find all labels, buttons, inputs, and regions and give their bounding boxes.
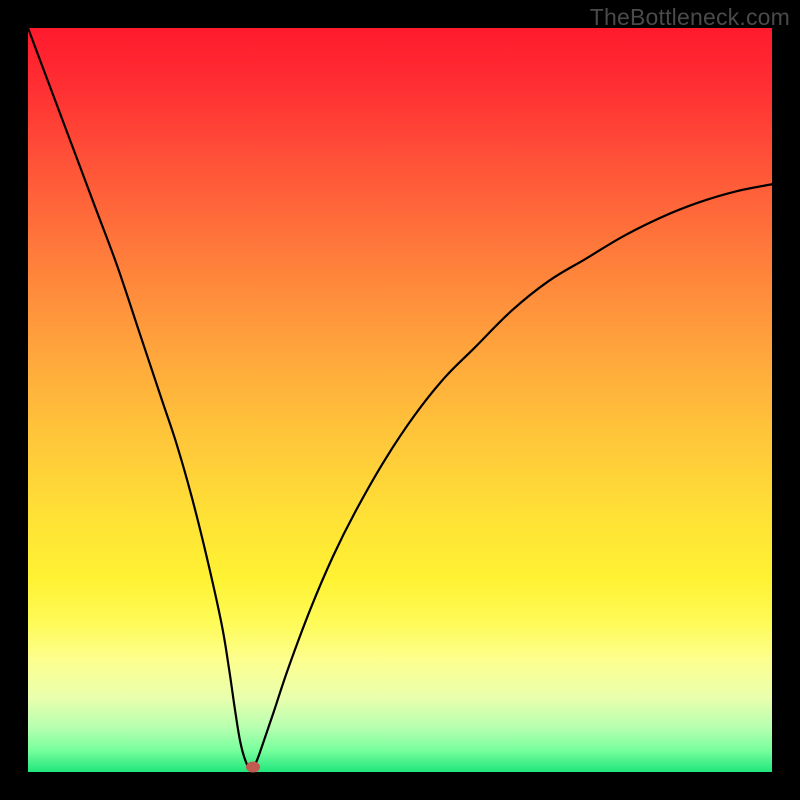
optimal-point-marker xyxy=(246,761,260,772)
watermark-text: TheBottleneck.com xyxy=(590,4,790,31)
plot-area xyxy=(28,28,772,772)
bottleneck-curve xyxy=(28,28,772,772)
chart-frame: TheBottleneck.com xyxy=(0,0,800,800)
